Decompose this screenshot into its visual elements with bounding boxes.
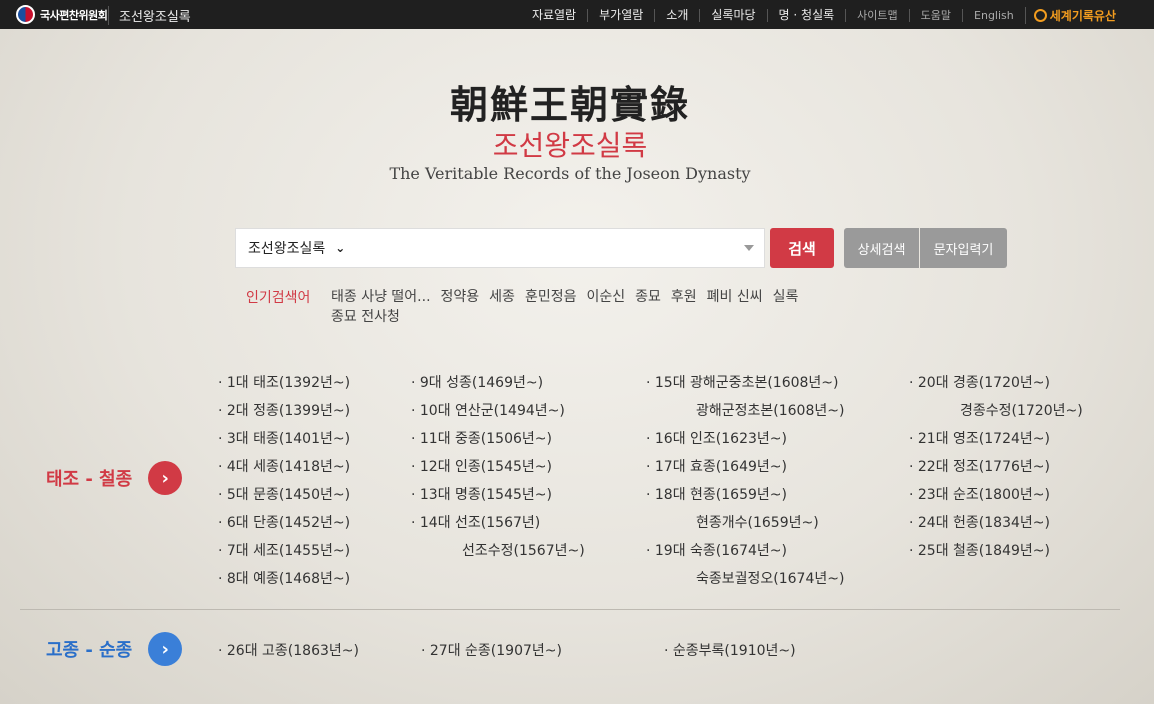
king-link[interactable]: · 3대 태종(1401년~) [218,428,350,448]
taegeuk-icon [16,5,35,24]
king-link[interactable]: · 22대 정조(1776년~) [909,456,1050,476]
king-link[interactable]: · 5대 문종(1450년~) [218,484,350,504]
popular-terms: 태종 사냥 떨어... 정약용 세종 훈민정음 이순신 종묘 후원 폐비 신씨 실록종묘 전사청 [331,287,851,327]
king-link[interactable]: · 7대 세조(1455년~) [218,540,350,560]
title-english: The Veritable Records of the Joseon Dyna… [389,164,751,183]
king-link[interactable]: 광해군정초본(1608년~) [696,400,844,420]
search-input[interactable] [386,229,726,267]
popular-term[interactable]: 실록 [773,287,799,307]
king-link[interactable]: · 13대 명종(1545년~) [411,484,552,504]
chevron-down-icon: ⌄ [335,241,346,255]
king-link[interactable]: · 26대 고종(1863년~) [218,640,359,660]
world-heritage-icon [1033,9,1047,22]
advanced-search-button[interactable]: 상세검색 [844,228,919,268]
king-link[interactable]: · 24대 헌종(1834년~) [909,512,1050,532]
nav-item-about[interactable]: 소개 [654,9,699,22]
king-link[interactable]: · 20대 경종(1720년~) [909,372,1050,392]
search-scope-value: 조선왕조실록 [248,241,326,257]
title-korean: 조선왕조실록 [492,129,648,162]
king-link[interactable]: · 10대 연산군(1494년~) [411,400,565,420]
king-link[interactable]: · 14대 선조(1567년) [411,512,540,532]
popular-term[interactable]: 이순신 [586,287,625,307]
top-nav: 자료열람 부가열람 소개 실록마당 명 · 청실록 사이트맵 도움말 Engli… [521,7,1116,24]
section-label: 고종 - 순종 [46,640,133,661]
king-link[interactable]: · 18대 현종(1659년~) [646,484,787,504]
king-link[interactable]: 선조수정(1567년~) [462,540,585,560]
nav-item-sitemap[interactable]: 사이트맵 [845,9,908,22]
nihk-logo[interactable]: 국사편찬위원회 [16,5,108,24]
popular-term[interactable]: 세종 [489,287,515,307]
section-label: 태조 - 철종 [46,469,133,490]
king-link[interactable]: · 2대 정종(1399년~) [218,400,350,420]
king-link[interactable]: · 21대 영조(1724년~) [909,428,1050,448]
king-link[interactable]: · 27대 순종(1907년~) [421,640,562,660]
king-link[interactable]: · 23대 순조(1800년~) [909,484,1050,504]
king-link[interactable]: · 4대 세종(1418년~) [218,456,350,476]
king-link[interactable]: · 17대 효종(1649년~) [646,456,787,476]
logo-text: 국사편찬위원회 [40,8,108,22]
king-link[interactable]: · 11대 중종(1506년~) [411,428,552,448]
king-link[interactable]: · 8대 예종(1468년~) [218,568,350,588]
dropdown-arrow-icon[interactable] [744,245,754,251]
king-link[interactable]: · 순종부록(1910년~) [664,640,796,660]
top-bar: 국사편찬위원회 조선왕조실록 자료열람 부가열람 소개 실록마당 명 · 청실록… [0,0,1154,29]
popular-term[interactable]: 훈민정음 [525,287,577,307]
popular-term[interactable]: 정약용 [441,287,480,307]
popular-label: 인기검색어 [246,290,311,306]
king-link[interactable]: · 25대 철종(1849년~) [909,540,1050,560]
nav-item-sillok-madang[interactable]: 실록마당 [699,9,766,22]
king-link[interactable]: 경종수정(1720년~) [960,400,1083,420]
popular-term[interactable]: 태종 사냥 떨어... [331,287,431,307]
king-link[interactable]: · 6대 단종(1452년~) [218,512,350,532]
chevron-right-icon[interactable]: › [148,632,183,666]
popular-term[interactable]: 후원 [671,287,697,307]
popular-term[interactable]: 폐비 신씨 [707,287,763,307]
king-link[interactable]: 숙종보궐정오(1674년~) [696,568,844,588]
world-heritage-label: 세계기록유산 [1049,9,1116,23]
chevron-right-icon[interactable]: › [148,461,183,495]
section-gojong-sunjong[interactable]: 고종 - 순종 › [46,632,183,666]
title-hanja: 朝鮮王朝實錄 [449,82,690,127]
nav-item-browse[interactable]: 자료열람 [521,9,587,22]
nav-item-ming-qing[interactable]: 명 · 청실록 [766,9,846,22]
king-link[interactable]: · 9대 성종(1469년~) [411,372,543,392]
nav-item-help[interactable]: 도움말 [908,9,962,22]
king-link[interactable]: · 15대 광해군중초본(1608년~) [646,372,839,392]
section-taejo-cheoljong[interactable]: 태조 - 철종 › [46,461,183,495]
king-link[interactable]: · 1대 태조(1392년~) [218,372,350,392]
popular-term[interactable]: 종묘 [635,287,661,307]
king-link[interactable]: 현종개수(1659년~) [696,512,819,532]
king-link[interactable]: · 19대 숙종(1674년~) [646,540,787,560]
king-link[interactable]: · 16대 인조(1623년~) [646,428,787,448]
world-heritage-link[interactable]: 세계기록유산 [1024,7,1116,24]
char-input-button[interactable]: 문자입력기 [920,228,1007,268]
search-scope-select[interactable]: 조선왕조실록 ⌄ [236,229,386,267]
nav-item-english[interactable]: English [962,9,1025,22]
king-link[interactable]: · 12대 인종(1545년~) [411,456,552,476]
search-box: 조선왕조실록 ⌄ [235,228,765,268]
popular-term[interactable]: 종묘 전사청 [331,307,400,327]
nav-item-supplementary[interactable]: 부가열람 [587,9,654,22]
search-button[interactable]: 검색 [770,228,834,268]
section-divider [20,609,1120,610]
site-title[interactable]: 조선왕조실록 [108,6,191,25]
